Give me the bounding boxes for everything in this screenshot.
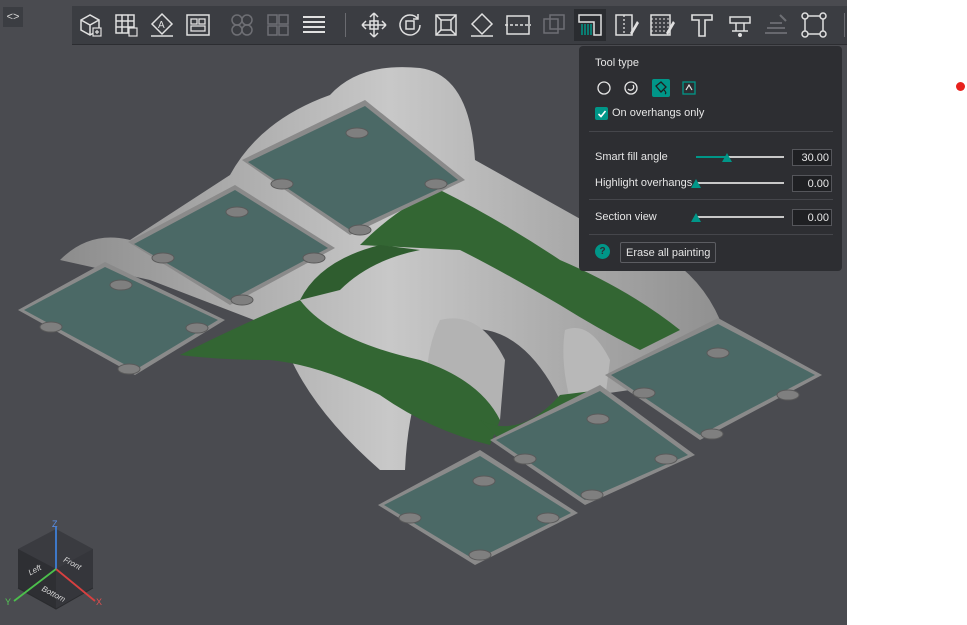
scale-icon[interactable] <box>430 9 462 41</box>
support-painting-panel: Tool type On overhangs only Smart fill a… <box>579 46 842 271</box>
split-parts-icon[interactable] <box>262 9 294 41</box>
overhangs-only-label: On overhangs only <box>612 107 705 119</box>
cut-icon[interactable] <box>502 9 534 41</box>
boolean-icon[interactable] <box>538 9 570 41</box>
highlight-overhangs-input[interactable] <box>792 175 832 192</box>
section-view-slider[interactable] <box>691 213 784 222</box>
axis-y-label: Y <box>5 597 11 607</box>
color-painting-icon[interactable] <box>646 9 678 41</box>
highlight-overhangs-label: Highlight overhangs <box>595 177 693 189</box>
support-painting-icon[interactable] <box>574 9 606 41</box>
measure-icon[interactable] <box>724 9 756 41</box>
svg-text:A: A <box>158 20 165 31</box>
view-orientation-gizmo[interactable]: Z X Y Left Front Bottom <box>0 515 110 625</box>
tool-type-label: Tool type <box>595 57 640 69</box>
variable-layer-icon[interactable] <box>760 9 792 41</box>
top-toolbar: A <box>72 6 847 45</box>
collapse-sidebar-button[interactable]: <> <box>3 7 23 27</box>
erase-all-painting-button[interactable]: Erase all painting <box>620 242 717 263</box>
overhangs-only-checkbox[interactable] <box>595 107 608 120</box>
divider <box>589 199 833 200</box>
axis-x-label: X <box>96 597 102 607</box>
section-view-input[interactable] <box>792 209 832 226</box>
slider-thumb[interactable] <box>691 213 701 222</box>
axis-z-label: Z <box>52 519 58 529</box>
help-icon[interactable]: ? <box>595 244 610 259</box>
smart-fill-angle-input[interactable] <box>792 149 832 166</box>
notification-dot <box>956 82 965 91</box>
slider-thumb[interactable] <box>721 153 732 162</box>
section-view-label: Section view <box>595 211 657 223</box>
assembly-icon[interactable] <box>798 9 830 41</box>
layers-icon[interactable] <box>298 9 330 41</box>
divider <box>589 131 833 132</box>
add-cube-icon[interactable] <box>74 9 106 41</box>
smart-fill-angle-label: Smart fill angle <box>595 151 668 163</box>
smart-fill-angle-slider[interactable] <box>696 153 784 162</box>
highlight-overhangs-slider[interactable] <box>691 179 784 188</box>
arrange-grid-icon[interactable] <box>110 9 142 41</box>
circle-tool-icon[interactable] <box>595 79 613 97</box>
3d-viewport[interactable]: <> A Tool type On overhangs only Smart f… <box>0 0 847 625</box>
slider-thumb[interactable] <box>691 179 701 188</box>
text-icon[interactable] <box>686 9 718 41</box>
lay-on-face-icon[interactable] <box>466 9 498 41</box>
fill-tool-icon[interactable] <box>652 79 670 97</box>
move-icon[interactable] <box>358 9 390 41</box>
divider <box>589 234 833 235</box>
auto-orient-icon[interactable] <box>182 9 214 41</box>
rotate-icon[interactable] <box>394 9 426 41</box>
sphere-tool-icon[interactable] <box>622 79 640 97</box>
split-objects-icon[interactable] <box>226 9 258 41</box>
orient-icon[interactable]: A <box>146 9 178 41</box>
gap-fill-tool-icon[interactable] <box>680 79 698 97</box>
seam-painting-icon[interactable] <box>610 9 642 41</box>
